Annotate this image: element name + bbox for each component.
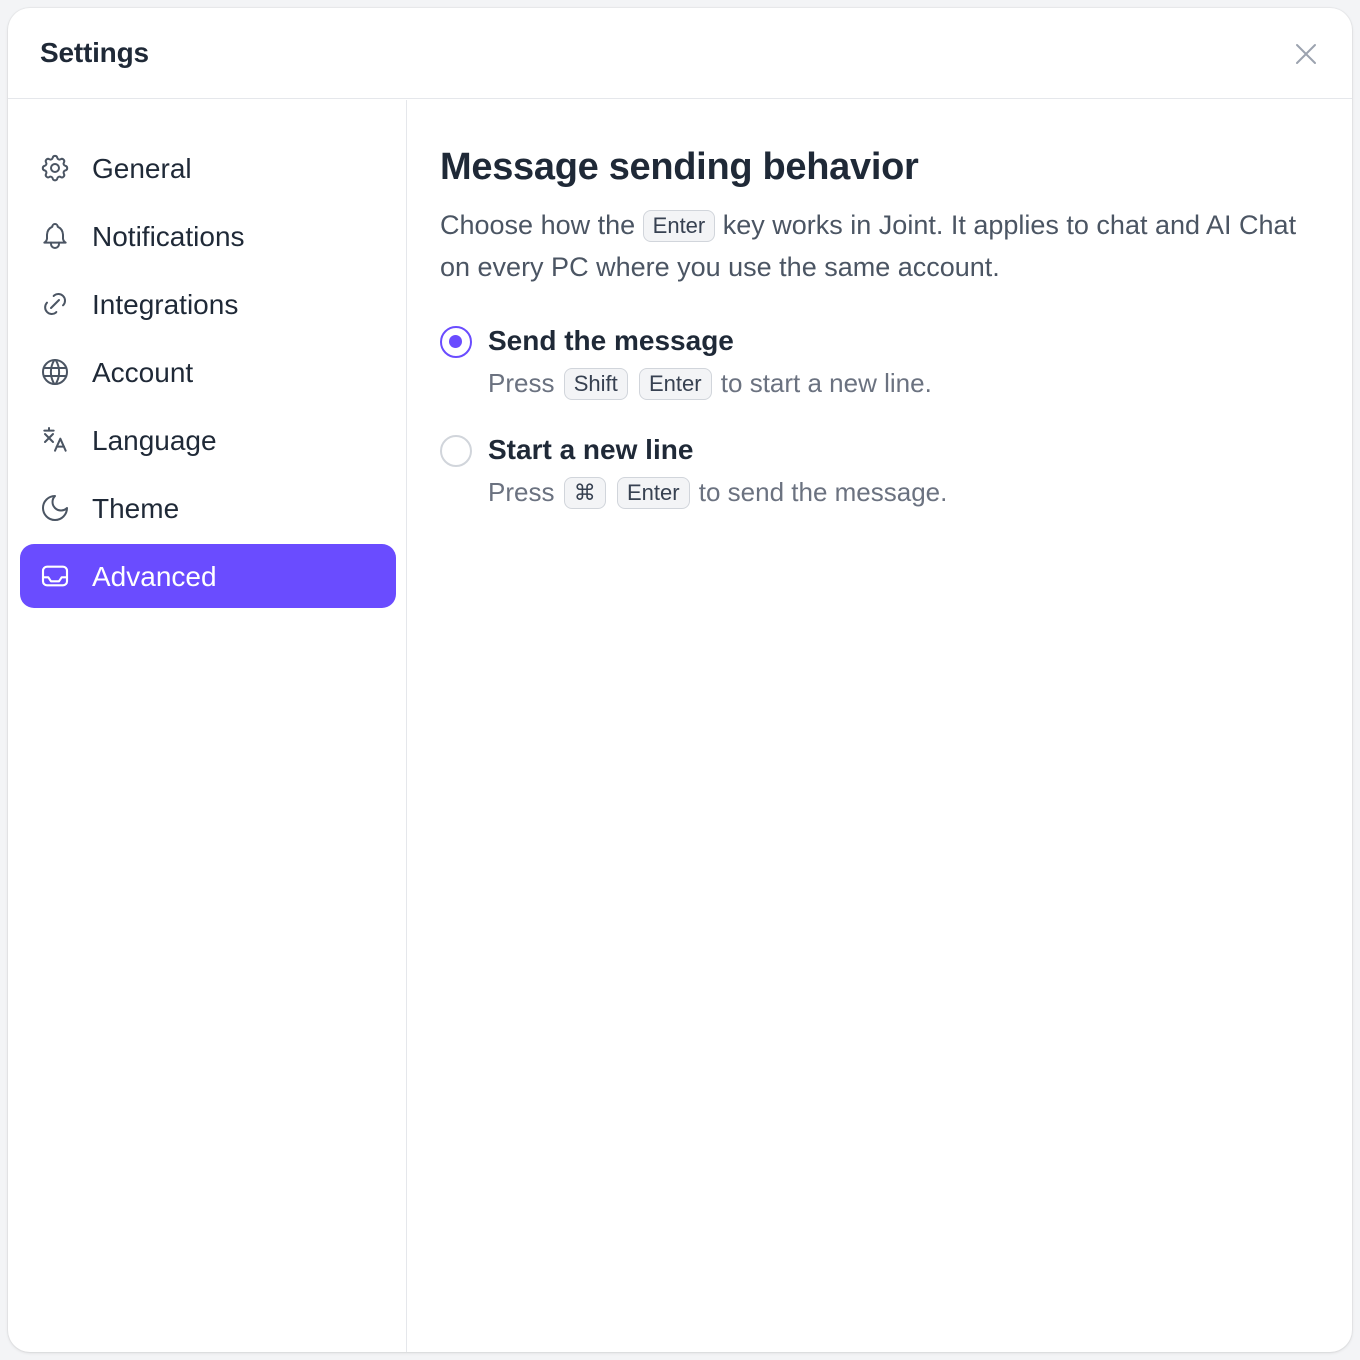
radio-new-line[interactable] bbox=[440, 435, 472, 467]
hint-text: to start a new line. bbox=[720, 368, 932, 398]
option-hint: Press Shift Enter to start a new line. bbox=[488, 368, 932, 400]
translate-icon bbox=[38, 423, 72, 457]
gear-icon bbox=[38, 151, 72, 185]
option-title[interactable]: Start a new line bbox=[488, 434, 693, 466]
sidebar-item-label: Account bbox=[92, 357, 194, 388]
sidebar-item-advanced[interactable]: Advanced bbox=[20, 544, 396, 608]
sidebar-item-label: Language bbox=[92, 425, 217, 456]
sidebar-item-account[interactable]: Account bbox=[20, 340, 396, 404]
section-heading: Message sending behavior bbox=[440, 146, 919, 188]
moon-icon bbox=[38, 491, 72, 525]
sidebar-item-label: Notifications bbox=[92, 221, 245, 252]
section-description: Choose how the Enter key works in Joint.… bbox=[440, 204, 1300, 288]
sidebar-item-language[interactable]: Language bbox=[20, 408, 396, 472]
close-icon bbox=[1296, 44, 1316, 64]
inbox-icon bbox=[38, 559, 72, 593]
hint-text: Press bbox=[488, 368, 555, 398]
bell-icon bbox=[38, 219, 72, 253]
sidebar-item-label: Theme bbox=[92, 493, 180, 524]
radio-send-message[interactable] bbox=[440, 326, 472, 358]
key-badge: Enter bbox=[616, 477, 690, 509]
dialog-title: Settings bbox=[40, 37, 149, 68]
option-hint: Press ⌘ Enter to send the message. bbox=[488, 477, 947, 509]
description-text: Choose how the bbox=[440, 210, 636, 240]
settings-sidebar: General Notifications Integrations Accou… bbox=[8, 100, 407, 1352]
close-button[interactable] bbox=[1290, 38, 1322, 70]
option-title[interactable]: Send the message bbox=[488, 325, 734, 357]
globe-icon bbox=[38, 355, 72, 389]
key-badge: ⌘ bbox=[563, 477, 606, 509]
key-badge: Enter bbox=[638, 368, 712, 400]
key-badge: Shift bbox=[563, 368, 628, 400]
sidebar-item-theme[interactable]: Theme bbox=[20, 476, 396, 540]
key-badge: Enter bbox=[642, 210, 716, 242]
sidebar-item-label: General bbox=[92, 153, 192, 184]
sidebar-item-notifications[interactable]: Notifications bbox=[20, 204, 396, 268]
sidebar-item-integrations[interactable]: Integrations bbox=[20, 272, 396, 336]
dialog-header: Settings bbox=[8, 8, 1352, 99]
hint-text: to send the message. bbox=[698, 477, 948, 507]
settings-dialog: Settings General Notifications Integrati… bbox=[8, 8, 1352, 1352]
sidebar-item-general[interactable]: General bbox=[20, 136, 396, 200]
sidebar-item-label: Integrations bbox=[92, 289, 239, 320]
link-icon bbox=[38, 287, 72, 321]
hint-text: Press bbox=[488, 477, 555, 507]
sidebar-item-label: Advanced bbox=[92, 561, 217, 592]
